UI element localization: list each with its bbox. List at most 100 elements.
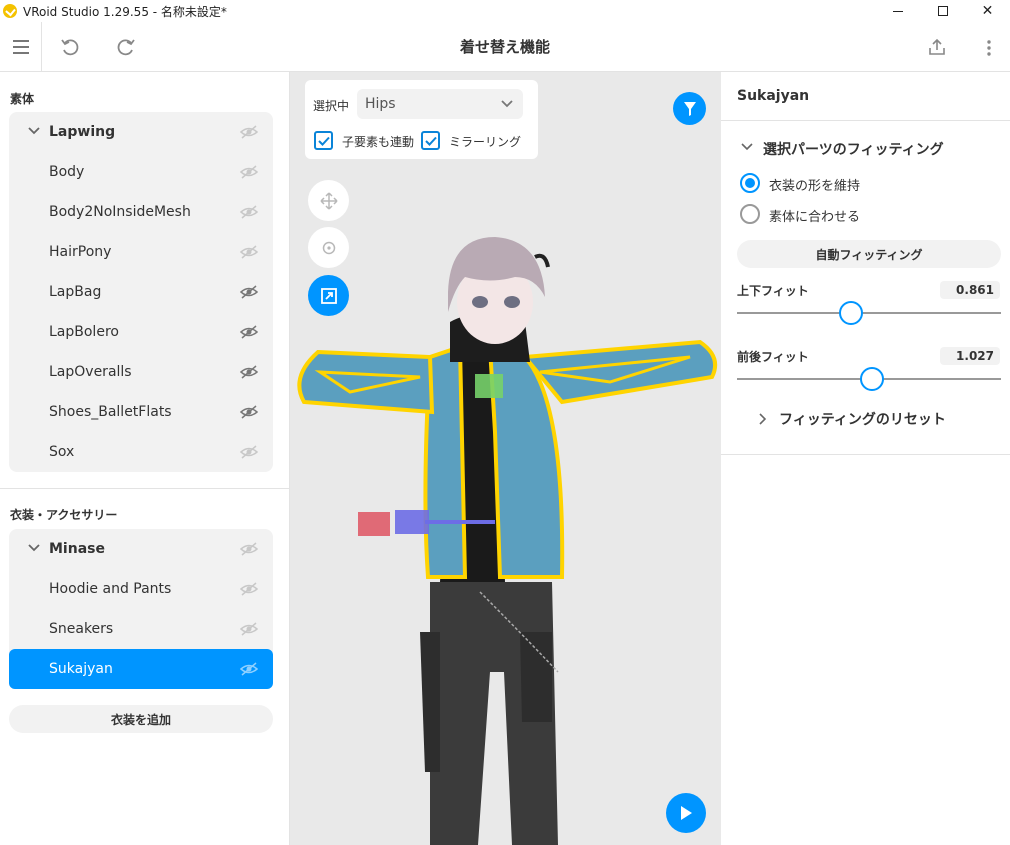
child-link-label: 子要素も連動 — [342, 135, 415, 149]
item-label: Body2NoInsideMesh — [49, 204, 191, 220]
eye-hidden-icon[interactable] — [240, 324, 258, 340]
rotate-icon — [322, 241, 335, 254]
parts-sidebar: 素体 Lapwing Body Body2NoInsideMesh HairPo… — [0, 72, 290, 845]
vertical-fit-value[interactable]: 0.861 — [940, 281, 1000, 299]
vertical-fit-label: 上下フィット — [737, 284, 809, 298]
eye-hidden-icon[interactable] — [240, 444, 258, 460]
maximize-icon — [937, 6, 948, 16]
fitting-panel: Sukajyan 選択パーツのフィッティング 衣装の形を維持 素体に合わせる 自… — [721, 72, 1010, 845]
eye-hidden-icon[interactable] — [240, 284, 258, 300]
export-button[interactable] — [924, 34, 950, 60]
mirror-label: ミラーリング — [449, 135, 522, 149]
move-icon — [319, 191, 338, 210]
app-header: 着せ替え機能 — [0, 22, 1010, 72]
scale-tool-button[interactable] — [308, 275, 349, 316]
scale-icon — [320, 287, 337, 304]
list-item[interactable]: Sox — [9, 432, 273, 472]
eye-hidden-icon[interactable] — [240, 621, 258, 637]
body-parts-list: Lapwing Body Body2NoInsideMesh HairPony … — [9, 112, 273, 472]
item-label: LapOveralls — [49, 364, 132, 380]
eye-hidden-icon[interactable] — [240, 661, 258, 677]
item-label: LapBolero — [49, 324, 119, 340]
eye-hidden-icon[interactable] — [240, 164, 258, 180]
group-label: Minase — [49, 541, 105, 557]
eye-hidden-icon[interactable] — [240, 581, 258, 597]
fit-body-radio[interactable] — [740, 204, 760, 224]
list-item-selected[interactable]: Sukajyan — [9, 649, 273, 689]
check-icon — [317, 136, 330, 146]
child-link-checkbox[interactable] — [314, 131, 333, 150]
depth-fit-slider-thumb[interactable] — [859, 367, 884, 391]
depth-fit-label: 前後フィット — [737, 350, 809, 364]
chevron-right-icon — [759, 413, 767, 425]
list-item[interactable]: Body2NoInsideMesh — [9, 192, 273, 232]
model-viewport[interactable]: 選択中 Hips 子要素も連動 ミラーリング — [290, 72, 721, 845]
item-label: Body — [49, 164, 85, 180]
item-label: Shoes_BalletFlats — [49, 404, 172, 420]
list-item[interactable]: Hoodie and Pants — [9, 569, 273, 609]
page-title: 着せ替え機能 — [459, 38, 550, 56]
item-label: Sukajyan — [49, 661, 113, 677]
eye-hidden-icon[interactable] — [240, 124, 258, 140]
filter-button[interactable] — [673, 92, 706, 125]
minimize-button[interactable] — [875, 0, 920, 22]
list-item[interactable]: HairPony — [9, 232, 273, 272]
list-item[interactable]: LapBag — [9, 272, 273, 312]
fitting-reset-row[interactable]: フィッティングのリセット — [759, 409, 946, 429]
chevron-down-icon[interactable] — [741, 143, 753, 151]
play-icon — [681, 806, 692, 820]
eye-hidden-icon[interactable] — [240, 541, 258, 557]
item-label: LapBag — [49, 284, 102, 300]
close-icon: ✕ — [981, 3, 994, 19]
item-label: HairPony — [49, 244, 112, 260]
eye-hidden-icon[interactable] — [240, 404, 258, 420]
check-icon — [424, 136, 437, 146]
keep-shape-label: 衣装の形を維持 — [769, 179, 861, 194]
move-tool-button[interactable] — [308, 180, 349, 221]
play-button[interactable] — [666, 793, 706, 833]
mirror-checkbox[interactable] — [421, 131, 440, 150]
more-vertical-icon — [987, 40, 991, 56]
body-section-label: 素体 — [10, 92, 35, 106]
character-model[interactable] — [290, 72, 721, 845]
eye-hidden-icon[interactable] — [240, 364, 258, 380]
vertical-fit-slider-track[interactable] — [737, 312, 1001, 314]
list-item[interactable]: LapBolero — [9, 312, 273, 352]
vertical-fit-slider-thumb[interactable] — [838, 301, 863, 325]
item-label: Hoodie and Pants — [49, 581, 172, 597]
window-controls: ✕ — [875, 0, 1010, 22]
window-title: VRoid Studio 1.29.55 - 名称未設定* — [23, 4, 227, 19]
bone-select-dropdown[interactable]: Hips — [357, 89, 523, 119]
panel-title: Sukajyan — [737, 88, 810, 104]
chevron-down-icon[interactable] — [27, 124, 41, 138]
keep-shape-radio[interactable] — [740, 173, 760, 193]
panel-divider — [721, 454, 1010, 455]
window-titlebar: VRoid Studio 1.29.55 - 名称未設定* ✕ — [0, 0, 1010, 22]
panel-divider — [721, 120, 1010, 121]
group-row-lapwing[interactable]: Lapwing — [9, 112, 273, 152]
depth-fit-value[interactable]: 1.027 — [940, 347, 1000, 365]
group-row-minase[interactable]: Minase — [9, 529, 273, 569]
more-options-button[interactable] — [976, 34, 1002, 60]
bone-selection-panel: 選択中 Hips 子要素も連動 ミラーリング — [305, 80, 538, 159]
list-item[interactable]: Body — [9, 152, 273, 192]
chevron-down-icon[interactable] — [27, 541, 41, 555]
minimize-icon — [892, 10, 903, 12]
list-item[interactable]: LapOveralls — [9, 352, 273, 392]
selected-label: 選択中 — [313, 99, 350, 113]
list-item[interactable]: Shoes_BalletFlats — [9, 392, 273, 432]
costume-section-label: 衣装・アクセサリー — [10, 508, 118, 522]
fitting-reset-label: フィッティングのリセット — [779, 412, 946, 428]
add-costume-button[interactable]: 衣装を追加 — [9, 705, 273, 733]
costume-parts-list: Minase Hoodie and Pants Sneakers Sukajya… — [9, 529, 273, 689]
rotate-tool-button[interactable] — [308, 227, 349, 268]
group-label: Lapwing — [49, 124, 116, 140]
list-item[interactable]: Sneakers — [9, 609, 273, 649]
close-window-button[interactable]: ✕ — [965, 0, 1010, 22]
maximize-button[interactable] — [920, 0, 965, 22]
fitting-section-title[interactable]: 選択パーツのフィッティング — [763, 139, 944, 159]
eye-hidden-icon[interactable] — [240, 244, 258, 260]
fit-body-label: 素体に合わせる — [769, 210, 861, 225]
auto-fitting-button[interactable]: 自動フィッティング — [737, 240, 1001, 268]
eye-hidden-icon[interactable] — [240, 204, 258, 220]
